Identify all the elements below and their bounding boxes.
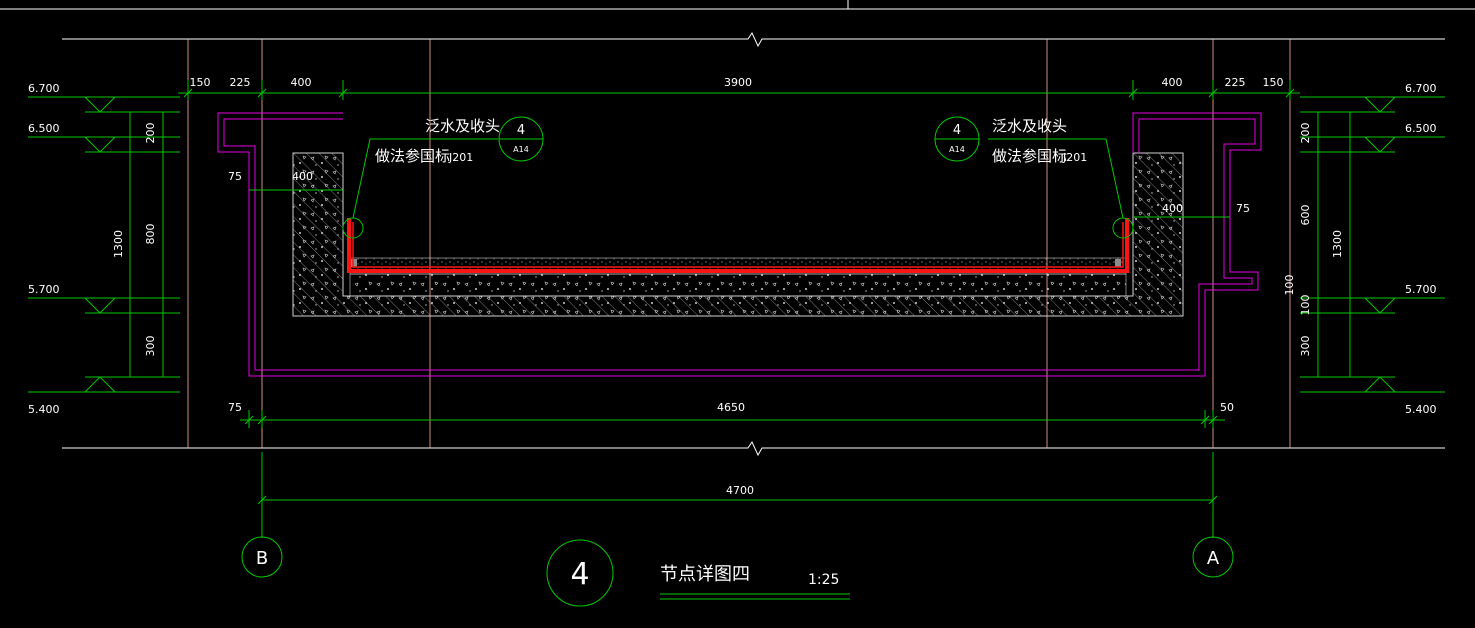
dim-right-v-4: 1300 bbox=[1331, 230, 1344, 258]
elev-left-2: 5.700 bbox=[28, 283, 60, 296]
callout-right-sheet: A14 bbox=[949, 145, 965, 154]
dim-right-v-2: 100 bbox=[1299, 295, 1312, 316]
right-bracket bbox=[1115, 259, 1121, 267]
break-line-bottom bbox=[62, 440, 1445, 457]
fill-layer bbox=[349, 273, 1127, 297]
dim-right-v-3: 300 bbox=[1299, 336, 1312, 357]
dim-bottom-1: 4650 bbox=[717, 401, 745, 414]
dim-left-v-1: 800 bbox=[144, 224, 157, 245]
dim-top-4: 400 bbox=[1162, 76, 1183, 89]
callout-right-code: J201 bbox=[1062, 151, 1087, 164]
callout-right-number: 4 bbox=[953, 123, 961, 138]
break-line-top bbox=[62, 31, 1445, 48]
dim-top-1: 225 bbox=[230, 76, 251, 89]
dim-left-v-2: 300 bbox=[144, 336, 157, 357]
elev-right-3: 5.400 bbox=[1405, 403, 1437, 416]
callout-left-line2: 做法参国标 bbox=[375, 147, 450, 165]
dim-right-v-1: 600 bbox=[1299, 205, 1312, 226]
callout-left-code: J201 bbox=[448, 151, 473, 164]
dim-bottom-0: 75 bbox=[228, 401, 242, 414]
elev-right-1: 6.500 bbox=[1405, 122, 1437, 135]
callout-left-number: 4 bbox=[517, 123, 525, 138]
dim-left-inner-0: 75 bbox=[228, 170, 242, 183]
dim-right-v-5: 100 bbox=[1283, 275, 1296, 296]
left-bracket bbox=[351, 259, 357, 267]
title-number: 4 bbox=[570, 557, 589, 592]
dim-bottom-2: 50 bbox=[1220, 401, 1234, 414]
elev-left-0: 6.700 bbox=[28, 82, 60, 95]
left-elevation-markers bbox=[28, 96, 180, 393]
elev-right-0: 6.700 bbox=[1405, 82, 1437, 95]
inner-dimension-lines bbox=[249, 189, 1230, 218]
dim-top-3: 3900 bbox=[724, 76, 752, 89]
dim-top-2: 400 bbox=[291, 76, 312, 89]
dim-left-v-0: 200 bbox=[144, 123, 157, 144]
dim-overall: 4700 bbox=[726, 484, 754, 497]
right-elevation-markers bbox=[1300, 96, 1445, 393]
title-scale: 1:25 bbox=[808, 572, 839, 588]
axis-label-a: A bbox=[1207, 548, 1220, 569]
callout-left-sheet: A14 bbox=[513, 145, 529, 154]
dim-right-v-0: 200 bbox=[1299, 123, 1312, 144]
callout-leaders bbox=[342, 116, 1134, 239]
detail-drawing-canvas: 泛水及收头 做法参国标 J201 4 A14 泛水及收头 做法参国标 J201 … bbox=[0, 0, 1475, 607]
elev-left-3: 5.400 bbox=[28, 403, 60, 416]
elev-left-1: 6.500 bbox=[28, 122, 60, 135]
dim-right-inner-1: 75 bbox=[1236, 202, 1250, 215]
callout-left-line1: 泛水及收头 bbox=[425, 117, 500, 135]
elev-right-2: 5.700 bbox=[1405, 283, 1437, 296]
axis-label-b: B bbox=[256, 548, 268, 569]
dim-right-inner-0: 400 bbox=[1162, 202, 1183, 215]
dim-top-5: 225 bbox=[1225, 76, 1246, 89]
dim-top-0: 150 bbox=[190, 76, 211, 89]
callout-right-line1: 泛水及收头 bbox=[992, 117, 1067, 135]
dim-left-inner-1: 400 bbox=[292, 170, 313, 183]
callout-right-line2: 做法参国标 bbox=[992, 147, 1067, 165]
dim-left-v-3: 1300 bbox=[112, 230, 125, 258]
dim-top-6: 150 bbox=[1263, 76, 1284, 89]
title-text: 节点详图四 bbox=[660, 564, 750, 585]
